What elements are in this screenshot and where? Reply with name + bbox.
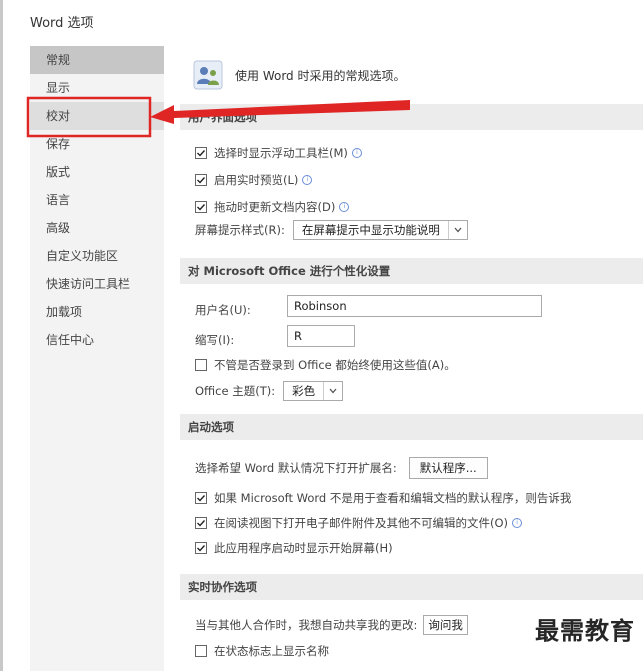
check-icon (197, 495, 206, 502)
start-screen-option[interactable]: 此应用程序启动时显示开始屏幕(H) (195, 540, 393, 556)
initials-input[interactable]: R (287, 325, 355, 347)
not-default-program-checkbox[interactable] (195, 492, 207, 504)
sidebar-item-advanced[interactable]: 高级 (30, 214, 164, 242)
username-label: 用户名(U): (195, 303, 251, 317)
window-title: Word 选项 (30, 16, 94, 31)
sidebar-item-display[interactable]: 显示 (30, 74, 164, 102)
sidebar-item-add-ins[interactable]: 加载项 (30, 298, 164, 326)
live-preview-option[interactable]: 启用实时预览(L) i (195, 172, 313, 188)
sidebar-item-layout[interactable]: 版式 (30, 158, 164, 186)
check-icon (197, 177, 206, 184)
share-changes-label: 当与其他人合作时，我想自动共享我的更改: (195, 618, 418, 632)
screentip-style-label: 屏幕提示样式(R): (195, 223, 285, 237)
office-theme-select[interactable]: 彩色 (283, 381, 344, 401)
office-theme-row: Office 主题(T): 彩色 (195, 381, 344, 401)
info-icon: i (512, 518, 523, 528)
share-changes-value: 询问我 (428, 618, 463, 632)
start-screen-checkbox[interactable] (195, 542, 207, 554)
live-preview-label: 启用实时预览(L) (214, 173, 299, 187)
office-theme-label: Office 主题(T): (195, 384, 276, 398)
sidebar-item-quick-access-toolbar[interactable]: 快速访问工具栏 (30, 270, 164, 298)
chevron-down-icon (323, 382, 342, 400)
share-changes-select[interactable]: 询问我 (423, 615, 468, 635)
ui-options-header: 用户界面选项 (180, 104, 643, 130)
sidebar-item-proofing[interactable]: 校对 (30, 102, 164, 130)
reading-view-attachments-option[interactable]: 在阅读视图下打开电子邮件附件及其他不可编辑的文件(O) i (195, 515, 523, 531)
update-while-dragging-label: 拖动时更新文档内容(D) (214, 200, 336, 214)
options-people-icon (193, 60, 223, 90)
default-extensions-label: 选择希望 Word 默认情况下打开扩展名: (195, 461, 397, 475)
start-screen-label: 此应用程序启动时显示开始屏幕(H) (214, 541, 393, 555)
initials-label: 缩写(I): (195, 333, 235, 347)
username-input[interactable]: Robinson (287, 295, 542, 317)
collaboration-header: 实时协作选项 (180, 574, 643, 600)
share-changes-row: 当与其他人合作时，我想自动共享我的更改: 询问我 (195, 615, 468, 635)
show-mini-toolbar-checkbox[interactable] (195, 147, 207, 159)
screentip-style-select[interactable]: 在屏幕提示中显示功能说明 (292, 220, 468, 240)
update-while-dragging-option[interactable]: 拖动时更新文档内容(D) i (195, 199, 350, 215)
not-default-program-label: 如果 Microsoft Word 不是用于查看和编辑文档的默认程序，则告诉我 (214, 491, 572, 505)
sidebar-item-trust-center[interactable]: 信任中心 (30, 326, 164, 354)
options-sidebar: 常规 显示 校对 保存 版式 语言 高级 自定义功能区 快速访问工具栏 加载项 … (30, 46, 164, 671)
sidebar-item-save[interactable]: 保存 (30, 130, 164, 158)
always-use-values-checkbox[interactable] (195, 359, 207, 371)
office-theme-value: 彩色 (292, 384, 316, 398)
check-icon (197, 150, 206, 157)
window-left-edge (0, 0, 3, 671)
watermark: 最需教育 (535, 617, 635, 645)
show-presence-label: 在状态标志上显示名称 (214, 644, 329, 658)
show-presence-checkbox[interactable] (195, 645, 207, 657)
intro-text: 使用 Word 时采用的常规选项。 (235, 68, 406, 83)
personalize-header: 对 Microsoft Office 进行个性化设置 (180, 258, 643, 284)
sidebar-item-general[interactable]: 常规 (30, 46, 164, 74)
chevron-down-icon (447, 221, 467, 239)
info-icon: i (302, 175, 313, 185)
not-default-program-option[interactable]: 如果 Microsoft Word 不是用于查看和编辑文档的默认程序，则告诉我 (195, 490, 571, 506)
reading-view-attachments-label: 在阅读视图下打开电子邮件附件及其他不可编辑的文件(O) (214, 516, 509, 530)
startup-options-header: 启动选项 (180, 414, 643, 440)
info-icon: i (339, 202, 350, 212)
show-mini-toolbar-label: 选择时显示浮动工具栏(M) (214, 146, 348, 160)
default-programs-button[interactable]: 默认程序... (408, 457, 488, 479)
screentip-style-row: 屏幕提示样式(R): 在屏幕提示中显示功能说明 (195, 220, 468, 240)
live-preview-checkbox[interactable] (195, 174, 207, 186)
reading-view-attachments-checkbox[interactable] (195, 517, 207, 529)
check-icon (197, 520, 206, 527)
check-icon (197, 204, 206, 211)
update-while-dragging-checkbox[interactable] (195, 201, 207, 213)
check-icon (197, 545, 206, 552)
show-mini-toolbar-option[interactable]: 选择时显示浮动工具栏(M) i (195, 145, 362, 161)
always-use-values-label: 不管是否登录到 Office 都始终使用这些值(A)。 (214, 358, 456, 372)
options-content: 使用 Word 时采用的常规选项。 用户界面选项 选择时显示浮动工具栏(M) i… (175, 46, 643, 671)
intro-row: 使用 Word 时采用的常规选项。 (193, 60, 405, 90)
default-extensions-row: 选择希望 Word 默认情况下打开扩展名: 默认程序... (195, 457, 488, 479)
always-use-values-option[interactable]: 不管是否登录到 Office 都始终使用这些值(A)。 (195, 357, 456, 373)
info-icon: i (351, 148, 362, 158)
sidebar-item-customize-ribbon[interactable]: 自定义功能区 (30, 242, 164, 270)
screentip-style-value: 在屏幕提示中显示功能说明 (301, 223, 440, 237)
sidebar-item-language[interactable]: 语言 (30, 186, 164, 214)
show-presence-option[interactable]: 在状态标志上显示名称 (195, 643, 329, 659)
